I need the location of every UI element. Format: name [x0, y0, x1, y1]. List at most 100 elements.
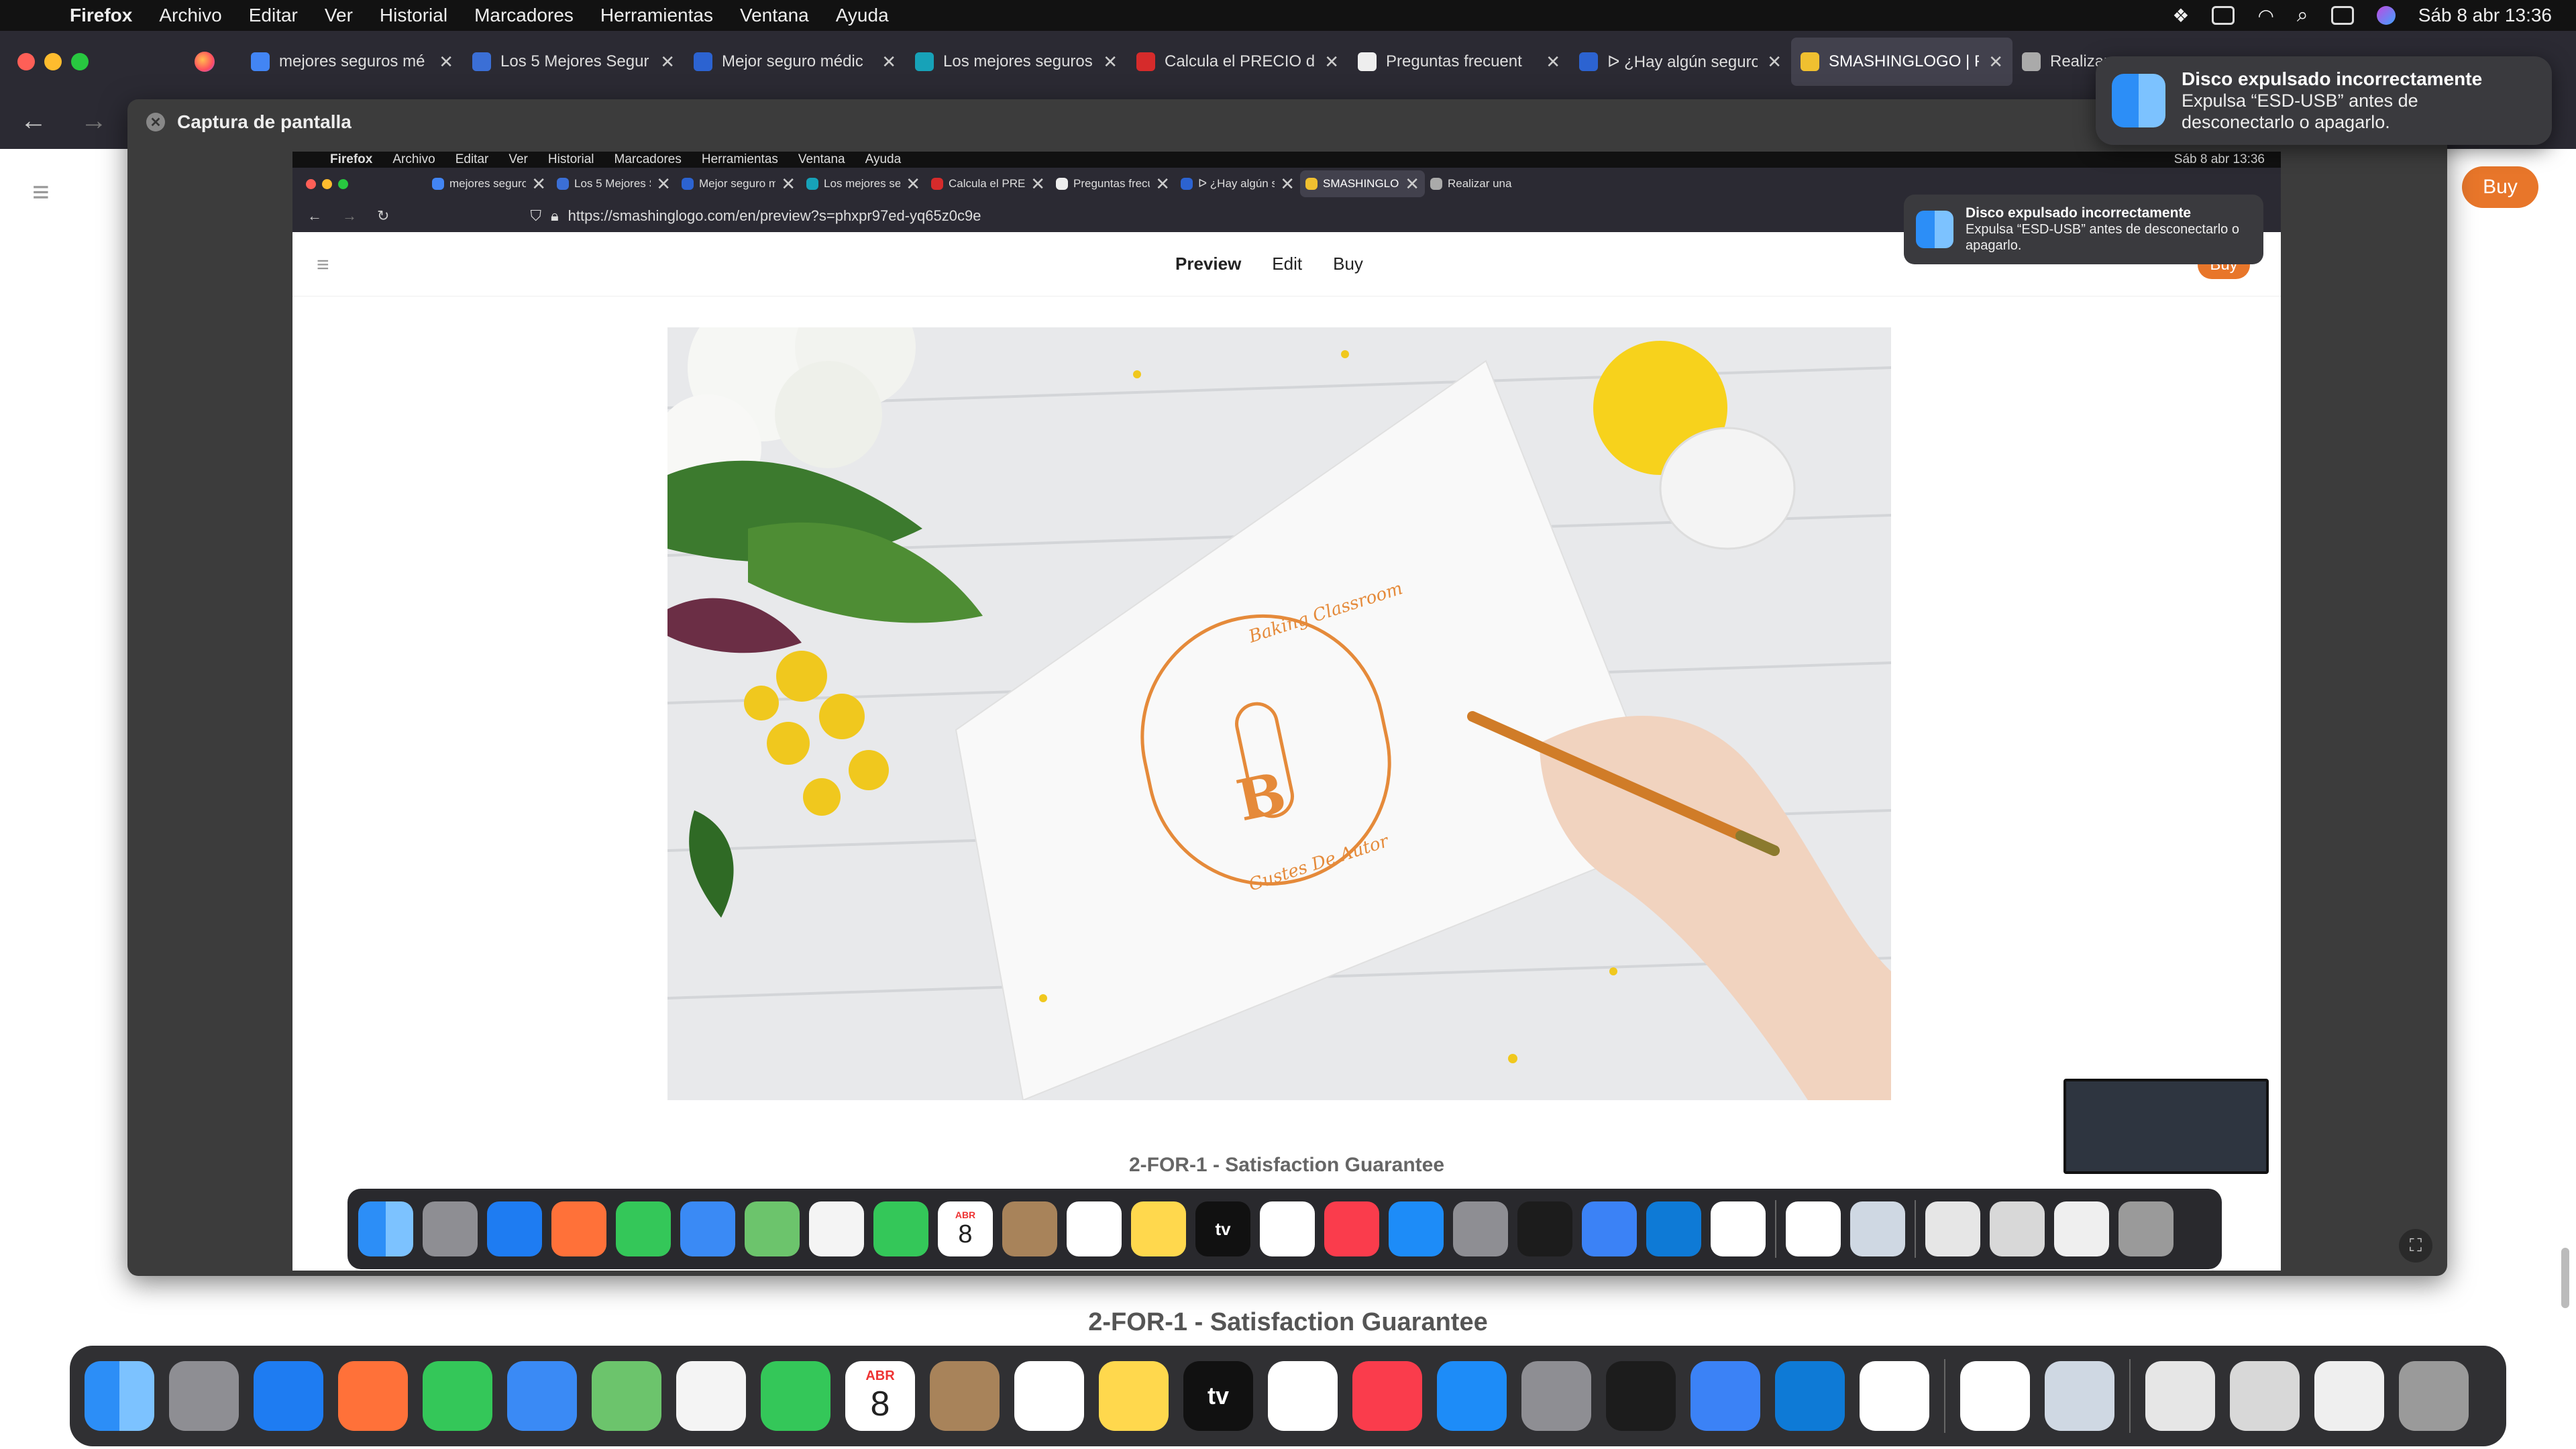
page-scrollbar[interactable]: [2561, 1248, 2569, 1308]
menu-app-name[interactable]: Firefox: [70, 5, 132, 26]
menu-herramientas[interactable]: Herramientas: [600, 5, 713, 26]
tv-label: tv: [1215, 1218, 1231, 1239]
tab-close-icon[interactable]: ✕: [660, 52, 675, 72]
inner-browser-tab: Preguntas frecuent ✕: [1051, 170, 1175, 197]
menu-ventana[interactable]: Ventana: [740, 5, 809, 26]
dock-reminders-icon[interactable]: [1014, 1361, 1084, 1431]
dock-preview-icon[interactable]: [2045, 1361, 2114, 1431]
dock-messages-icon[interactable]: [423, 1361, 492, 1431]
control-center-icon[interactable]: [2330, 6, 2354, 25]
dock-tv-icon[interactable]: tv: [1183, 1361, 1253, 1431]
dock-window-2-icon[interactable]: [2230, 1361, 2300, 1431]
dock-finder-icon[interactable]: [85, 1361, 154, 1431]
tab-close-icon[interactable]: ✕: [1324, 52, 1339, 72]
inner-dock-app-store-icon: [1389, 1201, 1444, 1256]
menu-archivo[interactable]: Archivo: [159, 5, 221, 26]
inner-site-nav: Preview Edit Buy: [1175, 254, 1363, 274]
window-controls: [0, 53, 195, 70]
menu-ayuda[interactable]: Ayuda: [836, 5, 889, 26]
dock-music-icon[interactable]: [1352, 1361, 1422, 1431]
dropbox-icon[interactable]: ❖: [2172, 5, 2189, 27]
dock-app-store-icon[interactable]: [1437, 1361, 1507, 1431]
firefox-view-icon[interactable]: [195, 52, 215, 72]
tab-close-icon[interactable]: ✕: [881, 52, 896, 72]
menu-editar[interactable]: Editar: [249, 5, 298, 26]
tab-close-icon[interactable]: ✕: [1767, 52, 1782, 72]
dock-clock-icon[interactable]: [1960, 1361, 2030, 1431]
site-buy-button[interactable]: Buy: [2462, 166, 2538, 208]
inner-tab-favicon-icon: [1056, 178, 1068, 190]
tab-favicon-icon: [915, 52, 934, 71]
wifi-icon[interactable]: ◠: [2257, 5, 2273, 27]
inner-tab-favicon-icon: [557, 178, 569, 190]
browser-tab[interactable]: Preguntas frecuent ✕: [1348, 38, 1570, 86]
tab-close-icon[interactable]: ✕: [1546, 52, 1560, 72]
dock-launchpad-icon[interactable]: [169, 1361, 239, 1431]
siri-icon[interactable]: [2376, 6, 2396, 25]
screenshot-options-icon[interactable]: ⛶: [2399, 1229, 2432, 1263]
menu-marcadores[interactable]: Marcadores: [474, 5, 574, 26]
dock-maps-icon[interactable]: [592, 1361, 661, 1431]
browser-tab[interactable]: Mejor seguro médic ✕: [684, 38, 906, 86]
minimize-window-button[interactable]: [44, 53, 62, 70]
menu-historial[interactable]: Historial: [380, 5, 447, 26]
inner-browser-tab: Los 5 Mejores Segur ✕: [551, 170, 676, 197]
dock-window-1-icon[interactable]: [2145, 1361, 2215, 1431]
notification-banner[interactable]: Disco expulsado incorrectamente Expulsa …: [2096, 56, 2552, 145]
inner-menu-marcadores: Marcadores: [614, 152, 682, 166]
dock-terminal-icon[interactable]: [1606, 1361, 1676, 1431]
inner-browser-tab: SMASHINGLOGO | P ✕: [1300, 170, 1425, 197]
browser-tab[interactable]: mejores seguros mé ✕: [241, 38, 463, 86]
tab-title: Calcula el PRECIO d: [1165, 52, 1316, 70]
tab-close-icon[interactable]: ✕: [439, 52, 453, 72]
dock-firefox-icon[interactable]: [338, 1361, 408, 1431]
inner-tab-title: Los 5 Mejores Segur: [574, 177, 651, 190]
close-window-button[interactable]: [17, 53, 35, 70]
back-arrow-icon[interactable]: ←: [20, 106, 47, 136]
inner-dock-tv-icon: tv: [1195, 1201, 1250, 1256]
inner-dock-instruments-icon: [1711, 1201, 1766, 1256]
browser-tab[interactable]: Calcula el PRECIO d ✕: [1127, 38, 1348, 86]
inner-tab-close-icon: ✕: [1280, 173, 1295, 194]
inner-finder-icon: [1916, 211, 1953, 248]
dock-instruments-icon[interactable]: [1860, 1361, 1929, 1431]
status-app-icon[interactable]: [2212, 6, 2235, 25]
browser-tab[interactable]: ᐅ ¿Hay algún seguro ✕: [1570, 38, 1791, 86]
browser-tab[interactable]: SMASHINGLOGO | P ✕: [1791, 38, 2012, 86]
dock-trash-icon[interactable]: [2399, 1361, 2469, 1431]
dock-calendar-icon[interactable]: ABR 8: [845, 1361, 915, 1431]
site-menu-icon[interactable]: ≡: [32, 176, 50, 209]
menubar-clock[interactable]: Sáb 8 abr 13:36: [2418, 5, 2552, 26]
dock-notes-icon[interactable]: [1099, 1361, 1169, 1431]
browser-tab[interactable]: Los 5 Mejores Segur ✕: [463, 38, 684, 86]
inner-lock-icon: 🔒︎: [550, 207, 559, 224]
inner-site-menu-icon: ≡: [317, 252, 329, 276]
inner-tab-title: Los mejores seguros: [824, 177, 901, 190]
forward-arrow-icon[interactable]: →: [80, 106, 107, 136]
dock-system-settings-icon[interactable]: [1521, 1361, 1591, 1431]
dock-xcode-icon[interactable]: [1690, 1361, 1760, 1431]
tab-close-icon[interactable]: ✕: [1103, 52, 1118, 72]
tab-close-icon[interactable]: ✕: [1988, 52, 2003, 72]
zoom-window-button[interactable]: [71, 53, 89, 70]
close-icon[interactable]: ✕: [146, 113, 165, 131]
dock-contacts-icon[interactable]: [930, 1361, 1000, 1431]
screenshot-thumbnail[interactable]: [2063, 1079, 2269, 1174]
inner-forward-icon: →: [342, 207, 357, 224]
dock-facetime-icon[interactable]: [761, 1361, 830, 1431]
dock-window-3-icon[interactable]: [2314, 1361, 2384, 1431]
dock-safari-icon[interactable]: [254, 1361, 323, 1431]
dock-mail-icon[interactable]: [507, 1361, 577, 1431]
menu-ver[interactable]: Ver: [325, 5, 353, 26]
dock-vscode-icon[interactable]: [1775, 1361, 1845, 1431]
inner-menu-editar: Editar: [455, 152, 489, 166]
satisfaction-guarantee-heading: 2-FOR-1 - Satisfaction Guarantee: [1088, 1308, 1488, 1336]
spotlight-search-icon[interactable]: ⌕: [2297, 4, 2308, 27]
browser-tab[interactable]: Los mejores seguros ✕: [906, 38, 1127, 86]
inner-nav-buy: Buy: [1333, 254, 1363, 274]
dock-freeform-icon[interactable]: [1268, 1361, 1338, 1431]
dock-photos-icon[interactable]: [676, 1361, 746, 1431]
inner-menu-archivo: Archivo: [392, 152, 435, 166]
dock-separator: [1775, 1200, 1776, 1258]
inner-reload-icon: ↻: [377, 207, 390, 224]
